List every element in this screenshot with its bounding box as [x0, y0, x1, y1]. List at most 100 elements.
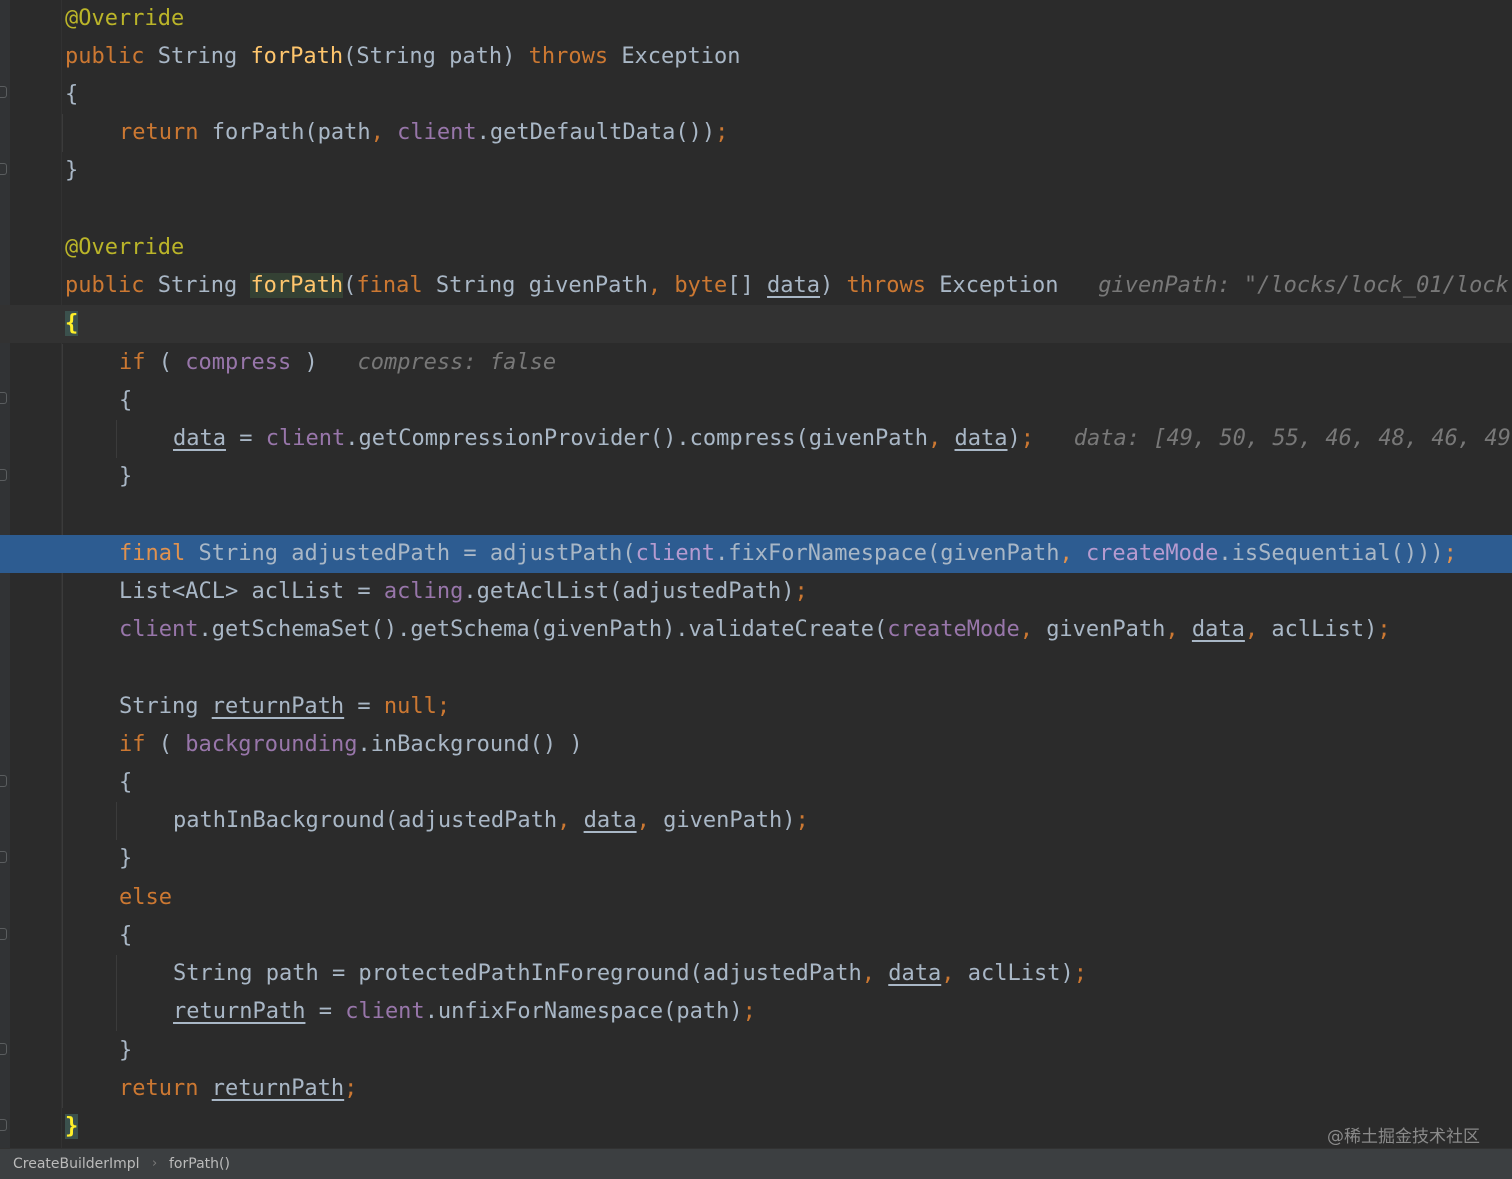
punctuation-token: ; [1443, 541, 1457, 566]
punctuation-token: ; [715, 120, 729, 145]
keyword-token: throws [846, 273, 940, 298]
code-line[interactable]: if ( compress ) compress: false [0, 344, 1512, 382]
code-token: } [119, 464, 133, 489]
field-token: client [119, 617, 199, 642]
watermark: @稀土掘金技术社区 [1327, 1127, 1480, 1147]
code-token: givenPath [1046, 617, 1166, 642]
punctuation-token: , [370, 120, 398, 145]
code-editor[interactable]: @Override public String forPath(String pa… [0, 0, 1512, 1148]
field-token: compress [185, 350, 292, 375]
code-token: .getCompressionProvider().compress(given… [345, 426, 929, 451]
code-line[interactable]: if ( backgrounding.inBackground() ) [0, 726, 1512, 764]
code-line[interactable]: pathInBackground(adjustedPath, data, giv… [0, 802, 1512, 840]
code-line[interactable]: public String forPath(String path) throw… [0, 38, 1512, 76]
field-token: createMode [887, 617, 1020, 642]
code-token: Exception [939, 273, 1059, 298]
code-token: String adjustedPath = adjustPath( [198, 541, 636, 566]
code-area[interactable]: @Override public String forPath(String pa… [0, 0, 1512, 1148]
punctuation-token: ; [742, 999, 756, 1024]
keyword-token: byte [674, 273, 728, 298]
code-token: = [305, 999, 346, 1024]
variable-token: data [954, 426, 1008, 451]
punctuation-token: , [557, 808, 584, 833]
breadcrumb-class[interactable]: CreateBuilderImpl [13, 1149, 140, 1179]
code-line[interactable]: } [0, 1108, 1512, 1146]
code-token: List<ACL> aclList = [119, 579, 384, 604]
field-token: acling [383, 579, 464, 604]
code-line[interactable]: List<ACL> aclList = acling.getAclList(ad… [0, 573, 1512, 611]
code-token: ( [158, 732, 186, 757]
code-line[interactable]: { [0, 917, 1512, 955]
keyword-token: null [383, 694, 437, 719]
code-token: ( [158, 350, 186, 375]
code-token: String [157, 273, 251, 298]
keyword-token: else [119, 885, 172, 910]
method-token: forPath [250, 44, 344, 69]
code-token: = [344, 694, 384, 719]
code-line[interactable]: { [0, 76, 1512, 114]
code-line[interactable]: return forPath(path, client.getDefaultDa… [0, 114, 1512, 152]
inline-debug-value: givenPath: "/locks/lock_01/lock" [1058, 273, 1512, 298]
code-line[interactable]: { [0, 382, 1512, 420]
code-line[interactable]: } [0, 458, 1512, 496]
code-line[interactable]: } [0, 1032, 1512, 1070]
punctuation-token: , [928, 426, 955, 451]
annotation-token: @Override [65, 6, 185, 31]
keyword-token: public [65, 273, 158, 298]
code-token: aclList) [1271, 617, 1378, 642]
punctuation-token: , [941, 961, 968, 986]
code-line[interactable] [0, 496, 1512, 534]
code-line[interactable]: return returnPath; [0, 1070, 1512, 1108]
code-line[interactable]: } [0, 840, 1512, 878]
code-line[interactable]: else [0, 879, 1512, 917]
code-token: Exception [621, 44, 741, 69]
punctuation-token: , [636, 808, 664, 833]
code-token: .getAclList(adjustedPath) [463, 579, 795, 604]
code-line[interactable]: client.getSchemaSet().getSchema(givenPat… [0, 611, 1512, 649]
matched-brace: { [65, 311, 79, 336]
code-line[interactable]: } [0, 152, 1512, 190]
keyword-token: return [119, 120, 212, 145]
code-token: } [119, 846, 133, 871]
code-token: [] [727, 273, 768, 298]
punctuation-token: ; [794, 579, 808, 604]
code-line[interactable]: data = client.getCompressionProvider().c… [0, 420, 1512, 458]
field-token: createMode [1085, 541, 1219, 566]
code-token: { [65, 82, 79, 107]
code-token: } [65, 158, 79, 183]
code-line[interactable]: @Override [0, 229, 1512, 267]
code-token: .getSchemaSet().getSchema(givenPath).val… [198, 617, 888, 642]
code-line[interactable]: { [0, 305, 1512, 343]
field-token: client [397, 120, 477, 145]
punctuation-token: ; [1377, 617, 1391, 642]
code-line[interactable]: @Override [0, 0, 1512, 38]
code-line[interactable] [0, 649, 1512, 687]
keyword-token: if [119, 350, 159, 375]
field-token: backgrounding [185, 732, 358, 757]
annotation-token: @Override [65, 235, 185, 260]
punctuation-token: ; [344, 1076, 358, 1101]
code-token: forPath(path [211, 120, 371, 145]
code-line[interactable]: { [0, 764, 1512, 802]
code-token: .isSequential())) [1218, 541, 1444, 566]
variable-token: returnPath [211, 1076, 345, 1101]
code-token: ( [343, 273, 357, 298]
code-token: String [119, 694, 212, 719]
code-token: (String path) [343, 44, 529, 69]
code-line[interactable]: public String forPath(final String given… [0, 267, 1512, 305]
punctuation-token: ; [1073, 961, 1087, 986]
inline-debug-value: compress: false [317, 350, 557, 375]
code-line[interactable]: returnPath = client.unfixForNamespace(pa… [0, 993, 1512, 1031]
code-token: String [157, 44, 251, 69]
code-token: String path = protectedPathInForeground(… [173, 961, 862, 986]
code-line[interactable] [0, 191, 1512, 229]
code-line[interactable]: String path = protectedPathInForeground(… [0, 955, 1512, 993]
code-token: } [119, 1038, 133, 1063]
code-line[interactable]: String returnPath = null; [0, 688, 1512, 726]
variable-token: returnPath [211, 694, 345, 719]
breadcrumb-method[interactable]: forPath() [169, 1149, 230, 1179]
code-token: .getDefaultData()) [476, 120, 716, 145]
execution-point-line[interactable]: final String adjustedPath = adjustPath(c… [0, 535, 1512, 573]
variable-token: data [767, 273, 821, 298]
punctuation-token: , [1244, 617, 1272, 642]
